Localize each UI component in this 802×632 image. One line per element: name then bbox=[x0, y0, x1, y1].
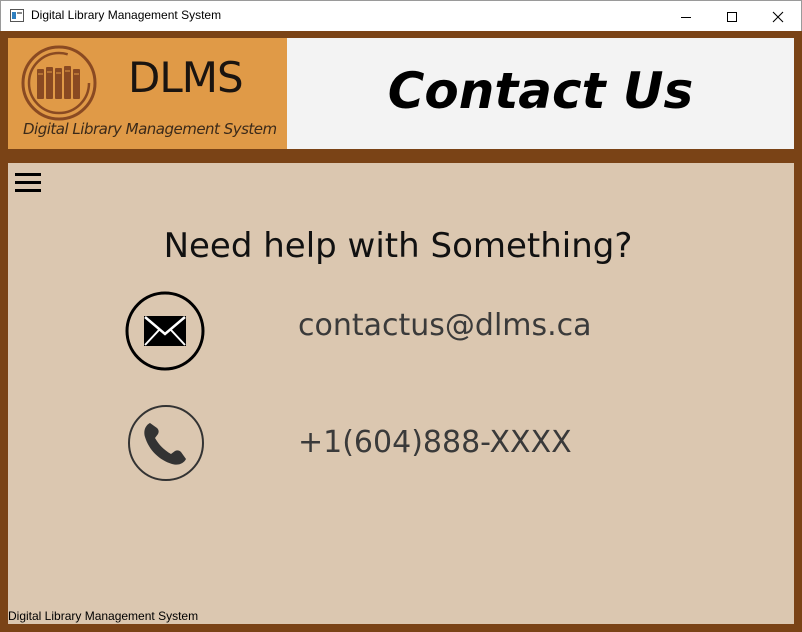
help-heading: Need help with Something? bbox=[163, 226, 633, 266]
brand-subtitle: Digital Library Management System bbox=[23, 120, 277, 138]
window-title: Digital Library Management System bbox=[31, 8, 222, 22]
footer-status-text: Digital Library Management System bbox=[8, 609, 199, 623]
contact-content: Need help with Something? contactus@dlms… bbox=[8, 163, 794, 624]
title-panel: Contact Us bbox=[287, 38, 794, 149]
contact-phone[interactable]: +1(604)888-XXXX bbox=[298, 425, 572, 460]
close-icon bbox=[772, 11, 784, 22]
app-frame: DLMS Digital Library Management System C… bbox=[0, 31, 802, 632]
maximize-button[interactable] bbox=[709, 1, 755, 32]
hamburger-menu-icon[interactable] bbox=[15, 173, 41, 193]
minimize-icon bbox=[681, 16, 691, 18]
phone-handset-icon[interactable] bbox=[126, 403, 206, 483]
logo-panel: DLMS Digital Library Management System bbox=[8, 38, 287, 149]
app-icon bbox=[10, 9, 24, 22]
page-title: Contact Us bbox=[387, 62, 694, 120]
window-titlebar[interactable]: Digital Library Management System bbox=[0, 0, 802, 32]
maximize-icon bbox=[727, 11, 737, 22]
library-books-logo-icon bbox=[21, 45, 97, 121]
contact-email[interactable]: contactus@dlms.ca bbox=[298, 308, 592, 343]
minimize-button[interactable] bbox=[663, 1, 709, 32]
brand-name: DLMS bbox=[128, 53, 244, 102]
close-button[interactable] bbox=[755, 1, 801, 32]
envelope-icon[interactable] bbox=[125, 291, 205, 371]
